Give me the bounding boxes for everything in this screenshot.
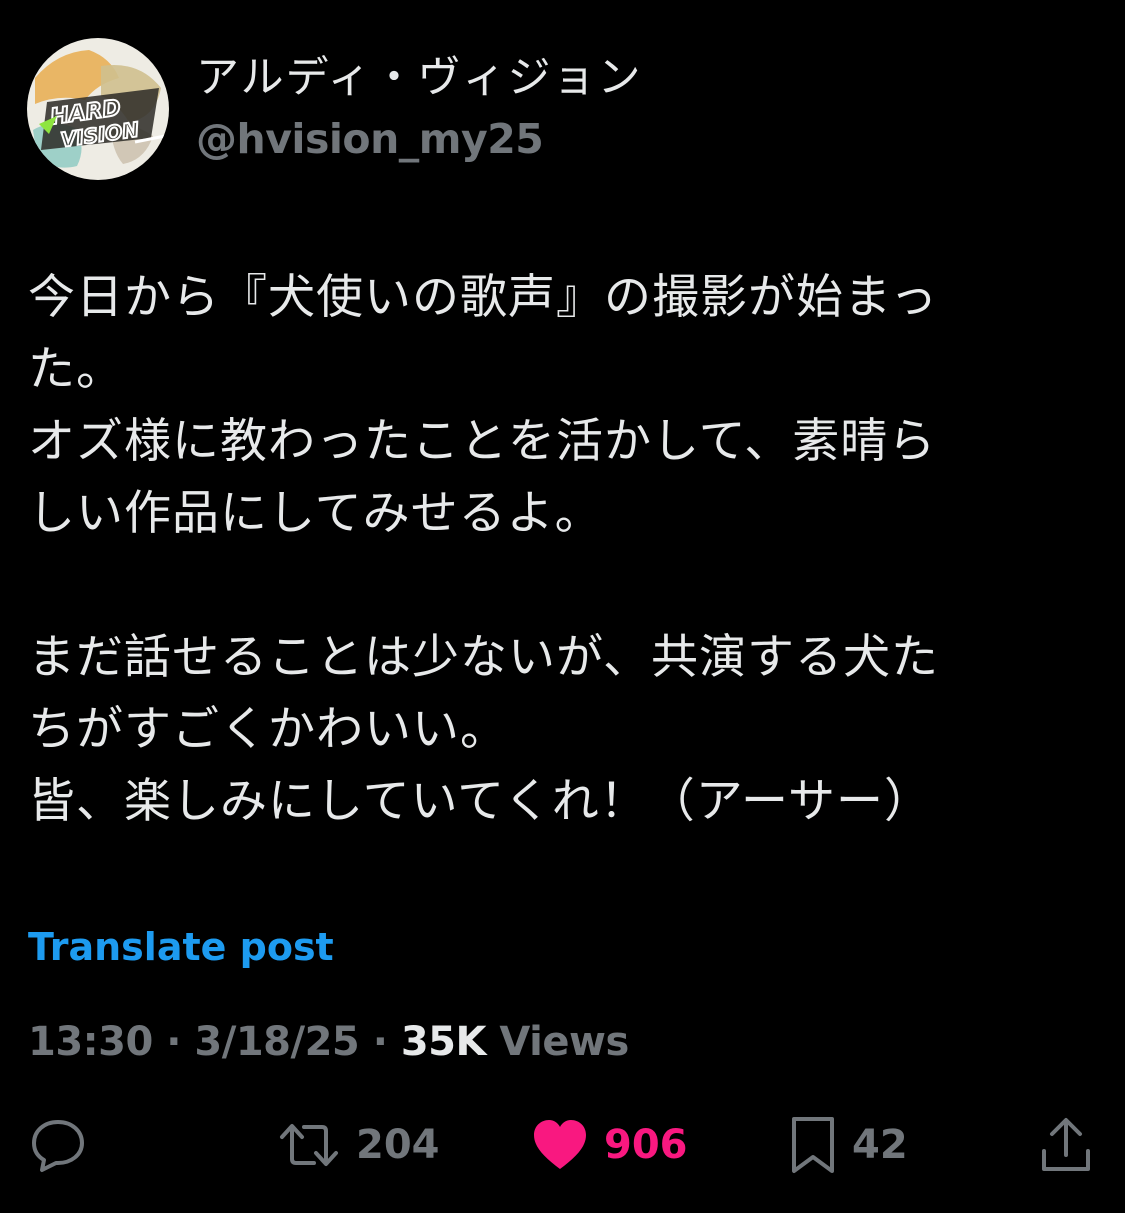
- like-button[interactable]: 906: [530, 1115, 688, 1175]
- post-text-line: ちがすごくかわいい。: [28, 702, 508, 757]
- bookmark-button[interactable]: 42: [788, 1115, 908, 1175]
- post-text-line: た。: [28, 342, 124, 397]
- post-text-line: 今日から『犬使いの歌声』の撮影が始まっ: [28, 270, 939, 325]
- hard-vision-logo-icon: HARD VISION: [27, 38, 169, 180]
- translate-post-link[interactable]: Translate post: [28, 922, 334, 972]
- repost-icon: [280, 1124, 338, 1166]
- meta-separator: ·: [152, 1019, 195, 1065]
- speech-bubble-icon: [32, 1120, 84, 1172]
- views-count[interactable]: 35K: [401, 1019, 487, 1065]
- like-count: 906: [604, 1122, 688, 1168]
- post-meta: 13:30 · 3/18/25 · 35K Views: [28, 1016, 629, 1068]
- post-text-line: しい作品にしてみせるよ。: [28, 486, 603, 541]
- views-label: Views: [485, 1019, 629, 1065]
- post-text-line: 皆、楽しみにしていてくれ！（アーサー）: [28, 774, 933, 829]
- post-text-blank-line: [28, 550, 1103, 622]
- post-text-line: オズ様に教わったことを活かして、素晴ら: [28, 414, 937, 469]
- upload-icon: [1042, 1118, 1090, 1171]
- author-display-name[interactable]: アルディ・ヴィジョン: [196, 50, 643, 106]
- heart-icon: [534, 1120, 586, 1169]
- bookmark-count: 42: [852, 1122, 908, 1168]
- reply-button[interactable]: [28, 1115, 88, 1175]
- post-date[interactable]: 3/18/25: [194, 1019, 359, 1065]
- avatar[interactable]: HARD VISION: [27, 38, 169, 180]
- author-handle[interactable]: @hvision_my25: [196, 113, 544, 165]
- bookmark-icon: [792, 1117, 834, 1173]
- post-text: 今日から『犬使いの歌声』の撮影が始まっ た。 オズ様に教わったことを活かして、素…: [28, 262, 1103, 838]
- post-time[interactable]: 13:30: [28, 1019, 153, 1065]
- post-text-line: まだ話せることは少ないが、共演する犬た: [28, 630, 940, 685]
- repost-button[interactable]: 204: [276, 1115, 440, 1175]
- meta-separator: ·: [359, 1019, 401, 1065]
- repost-count: 204: [356, 1122, 440, 1168]
- share-button[interactable]: [1038, 1115, 1094, 1175]
